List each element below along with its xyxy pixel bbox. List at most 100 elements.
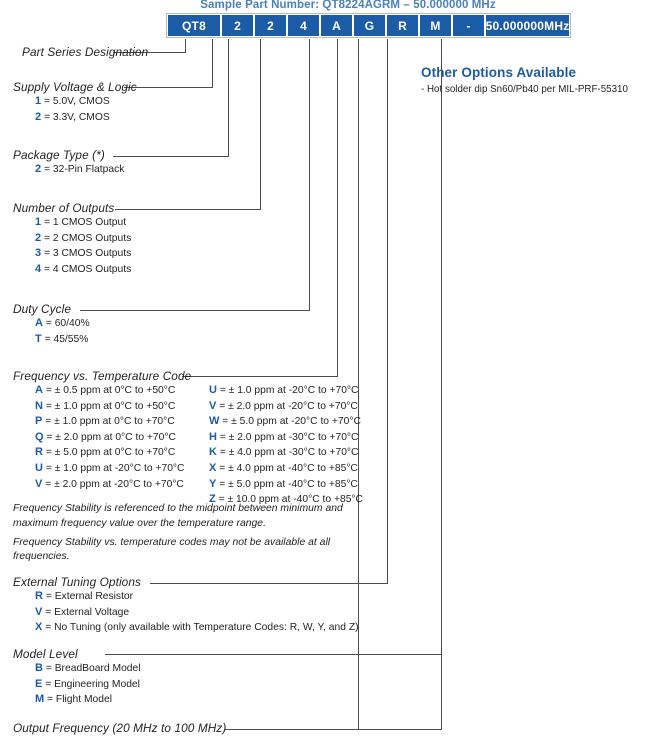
- option-description: = 32-Pin Flatpack: [41, 164, 125, 175]
- section-part-series: Part Series Designation: [22, 45, 148, 59]
- freq-temp-note-2: Frequency Stability vs. temperature code…: [13, 536, 331, 563]
- section-external-tuning: External Tuning Options R = External Res…: [13, 575, 359, 636]
- part-number-cell-9[interactable]: 50.000000MHz: [486, 15, 569, 36]
- option-code: B: [35, 662, 43, 674]
- option-row: K = ± 4.0 ppm at -30°C to +70°C: [209, 445, 363, 461]
- section-title-output-frequency: Output Frequency (20 MHz to 100 MHz): [13, 721, 227, 735]
- option-code: A: [35, 384, 43, 396]
- option-code: R: [35, 446, 43, 459]
- option-row: 4 = 4 CMOS Outputs: [13, 262, 131, 278]
- option-description: = 5.0V, CMOS: [41, 96, 110, 107]
- option-code: W: [209, 415, 220, 428]
- option-row: B = BreadBoard Model: [13, 661, 141, 677]
- part-number-cell-2[interactable]: 2: [255, 15, 286, 36]
- option-description: = ± 4.0 ppm at -30°C to +70°C: [216, 447, 359, 459]
- leader-hline-duty-cycle: [80, 310, 310, 311]
- option-row: R = External Resistor: [13, 589, 359, 605]
- section-output-frequency: Output Frequency (20 MHz to 100 MHz): [13, 721, 226, 735]
- section-title-model-level: Model Level: [13, 647, 78, 661]
- section-title-supply-voltage: Supply Voltage & Logic: [13, 80, 137, 94]
- leader-vline-supply-voltage: [212, 39, 213, 87]
- part-number-cell-4[interactable]: A: [321, 15, 352, 36]
- option-row: Y = ± 5.0 ppm at -40°C to +85°C: [209, 477, 363, 493]
- option-list-freq-temp-right: U = ± 1.0 ppm at -20°C to +70°C V = ± 2.0…: [209, 383, 363, 508]
- option-description: = BreadBoard Model: [42, 663, 141, 674]
- option-description: = ± 1.0 ppm at 0°C to +50°C: [42, 400, 176, 412]
- part-number-cell-5[interactable]: G: [354, 15, 385, 36]
- section-duty-cycle: Duty Cycle A = 60/40% T = 45/55%: [13, 302, 90, 347]
- sample-part-number-title: Sample Part Number: QT8224AGRM – 50.0000…: [200, 0, 496, 11]
- leader-hline-number-outputs: [115, 209, 261, 210]
- section-freq-temp: Frequency vs. Temperature Code A = ± 0.5…: [13, 369, 363, 565]
- option-row: H = ± 2.0 ppm at -30°C to +70°C: [209, 430, 363, 446]
- option-description: = Engineering Model: [42, 678, 140, 690]
- part-number-cell-8[interactable]: -: [453, 15, 484, 36]
- option-description: = ± 1.0 ppm at 0°C to +70°C: [42, 416, 175, 428]
- option-row: Z = ± 10.0 ppm at -40°C to +85°C: [209, 492, 363, 508]
- section-title-freq-temp: Frequency vs. Temperature Code: [13, 369, 192, 383]
- other-options-title: Other Options Available: [421, 65, 577, 80]
- option-list-model-level: B = BreadBoard Model E = Engineering Mode…: [13, 661, 141, 708]
- option-row: W = ± 5.0 ppm at -20°C to +70°C: [209, 414, 363, 430]
- option-description: = ± 1.0 ppm at -20°C to +70°C: [42, 462, 185, 474]
- section-supply-voltage: Supply Voltage & Logic 1 = 5.0V, CMOS 2 =…: [13, 80, 137, 125]
- option-code: Q: [35, 430, 44, 443]
- option-row: A = 60/40%: [13, 316, 90, 332]
- leader-vline-package-type: [228, 39, 229, 156]
- option-row: V = External Voltage: [13, 605, 359, 621]
- option-code: T: [35, 332, 42, 345]
- option-code: M: [35, 693, 45, 706]
- part-number-cell-0[interactable]: QT8: [168, 15, 220, 36]
- option-description: = ± 2.0 ppm at -20°C to +70°C: [216, 400, 358, 412]
- option-code: K: [209, 446, 217, 459]
- option-description: = ± 5.0 ppm at 0°C to +70°C: [42, 447, 176, 459]
- option-code: A: [35, 317, 43, 329]
- option-description: = 4 CMOS Outputs: [41, 263, 132, 275]
- leader-hline-model-level: [105, 654, 442, 655]
- option-list-supply-voltage: 1 = 5.0V, CMOS 2 = 3.3V, CMOS: [13, 94, 137, 125]
- leader-vline-external-tuning: [387, 39, 388, 583]
- option-code: H: [209, 430, 217, 443]
- section-number-outputs: Number of Outputs 1 = 1 CMOS Output 2 = 2…: [13, 201, 131, 277]
- option-row: 2 = 32-Pin Flatpack: [13, 162, 124, 178]
- part-number-cell-7[interactable]: M: [420, 15, 451, 36]
- part-number-cell-6[interactable]: R: [387, 15, 418, 36]
- other-options-item-0: - Hot solder dip Sn60/Pb40 per MIL-PRF-5…: [421, 84, 628, 95]
- leader-vline-freq-temp: [337, 39, 338, 376]
- option-description: = 3.3V, CMOS: [41, 111, 110, 123]
- option-row: M = Flight Model: [13, 692, 141, 708]
- leader-vline-part-series: [185, 39, 186, 52]
- section-title-duty-cycle: Duty Cycle: [13, 302, 72, 316]
- section-title-package-type: Package Type (*): [13, 148, 105, 162]
- leader-hline-package-type: [113, 156, 229, 157]
- part-number-decoder-diagram: Sample Part Number: QT8224AGRM – 50.0000…: [0, 0, 645, 741]
- option-list-package-type: 2 = 32-Pin Flatpack: [13, 162, 124, 178]
- option-description: = 2 CMOS Outputs: [41, 232, 132, 244]
- option-description: = ± 4.0 ppm at -40°C to +85°C: [216, 462, 358, 474]
- option-list-duty-cycle: A = 60/40% T = 45/55%: [13, 316, 90, 347]
- section-title-external-tuning: External Tuning Options: [13, 575, 141, 589]
- section-model-level: Model Level B = BreadBoard Model E = Engi…: [13, 647, 141, 708]
- option-description: = 3 CMOS Outputs: [41, 248, 132, 260]
- leader-vline-output-frequency: [441, 654, 442, 729]
- leader-vline-model-level: [441, 39, 442, 654]
- option-description: = ± 2.0 ppm at -20°C to +70°C: [42, 478, 184, 490]
- part-number-bar: QT8 2 2 4 A G R M -50.000000MHz: [166, 13, 571, 38]
- option-description: = Flight Model: [44, 694, 112, 706]
- option-code: U: [35, 461, 43, 474]
- leader-vline-duty-cycle: [309, 39, 310, 310]
- option-description: = 45/55%: [41, 333, 89, 345]
- option-list-external-tuning: R = External Resistor V = External Voltag…: [13, 589, 359, 636]
- option-row: V = ± 2.0 ppm at -20°C to +70°C: [209, 399, 363, 415]
- option-description: = ± 5.0 ppm at -20°C to +70°C: [219, 416, 361, 428]
- option-row: X = ± 4.0 ppm at -40°C to +85°C: [209, 461, 363, 477]
- option-row: 3 = 3 CMOS Outputs: [13, 246, 131, 262]
- option-row: E = Engineering Model: [13, 677, 141, 693]
- option-list-number-outputs: 1 = 1 CMOS Output 2 = 2 CMOS Outputs 3 = 3…: [13, 215, 131, 277]
- option-row: T = 45/55%: [13, 332, 90, 348]
- part-number-cell-3[interactable]: 4: [288, 15, 319, 36]
- option-description: = 60/40%: [42, 318, 90, 329]
- part-number-cell-1[interactable]: 2: [222, 15, 253, 36]
- option-row: 1 = 5.0V, CMOS: [13, 94, 137, 110]
- option-row: X = No Tuning (only available with Tempe…: [13, 620, 359, 636]
